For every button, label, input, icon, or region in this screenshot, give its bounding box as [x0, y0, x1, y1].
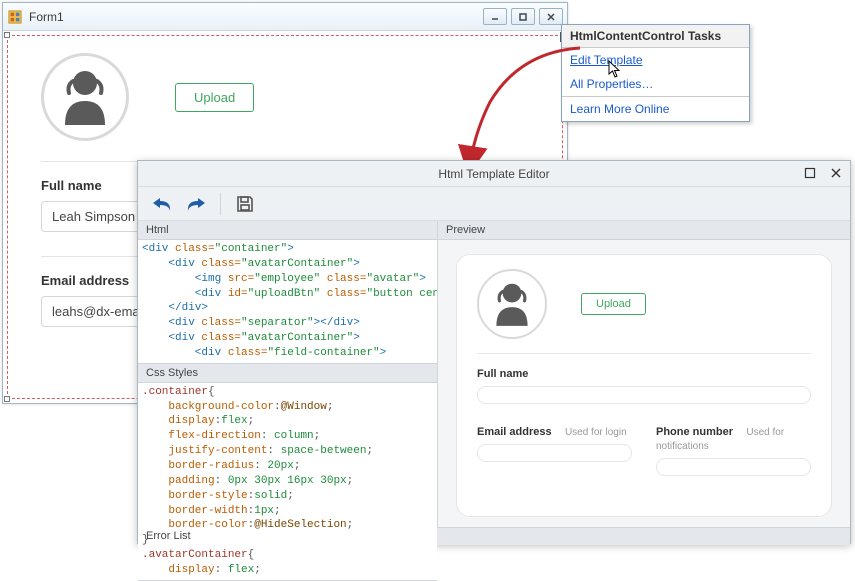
minimize-button[interactable]	[483, 8, 507, 25]
phone-input[interactable]	[656, 458, 811, 476]
preview-card: Upload Full name Email address Used for …	[456, 254, 832, 517]
window-buttons	[483, 8, 563, 25]
app-icon	[7, 9, 23, 25]
tasks-popup: HtmlContentControl Tasks Edit Template A…	[561, 24, 750, 122]
fullname-input[interactable]	[477, 386, 811, 404]
upload-button[interactable]: Upload	[175, 83, 254, 112]
email-label: Email address	[477, 426, 552, 438]
form1-titlebar[interactable]: Form1	[3, 3, 567, 31]
editor-title: Html Template Editor	[438, 167, 549, 181]
preview-area: Upload Full name Email address Used for …	[438, 240, 850, 527]
tasks-learn-more[interactable]: Learn More Online	[562, 97, 749, 121]
tasks-edit-template[interactable]: Edit Template	[562, 48, 749, 72]
editor-toolbar	[138, 187, 850, 221]
tasks-all-properties[interactable]: All Properties…	[562, 72, 749, 96]
upload-button[interactable]: Upload	[581, 293, 646, 315]
separator	[477, 353, 811, 354]
close-button[interactable]	[828, 165, 844, 181]
avatar-icon	[41, 53, 129, 141]
css-pane-header[interactable]: Css Styles	[138, 364, 437, 383]
separator	[220, 193, 221, 215]
editor-titlebar[interactable]: Html Template Editor	[138, 161, 850, 187]
avatar-icon	[477, 269, 547, 339]
redo-button[interactable]	[182, 191, 210, 217]
form1-title: Form1	[29, 10, 483, 24]
undo-button[interactable]	[148, 191, 176, 217]
phone-label: Phone number	[656, 426, 733, 438]
tasks-title: HtmlContentControl Tasks	[562, 25, 749, 48]
html-pane-header[interactable]: Html	[138, 221, 437, 240]
css-editor[interactable]: .container{ background-color:@Window; di…	[138, 383, 437, 581]
maximize-button[interactable]	[802, 165, 818, 181]
email-hint: Used for login	[565, 427, 627, 438]
resize-handle[interactable]	[4, 32, 10, 38]
resize-handle[interactable]	[4, 396, 10, 402]
preview-pane-header: Preview	[438, 221, 850, 240]
template-editor-window: Html Template Editor Html <div class="co…	[137, 160, 851, 544]
maximize-button[interactable]	[511, 8, 535, 25]
email-input[interactable]	[477, 444, 632, 462]
close-button[interactable]	[539, 8, 563, 25]
fullname-label: Full name	[477, 368, 811, 380]
save-button[interactable]	[231, 191, 259, 217]
html-editor[interactable]: <div class="container"> <div class="avat…	[138, 240, 437, 364]
